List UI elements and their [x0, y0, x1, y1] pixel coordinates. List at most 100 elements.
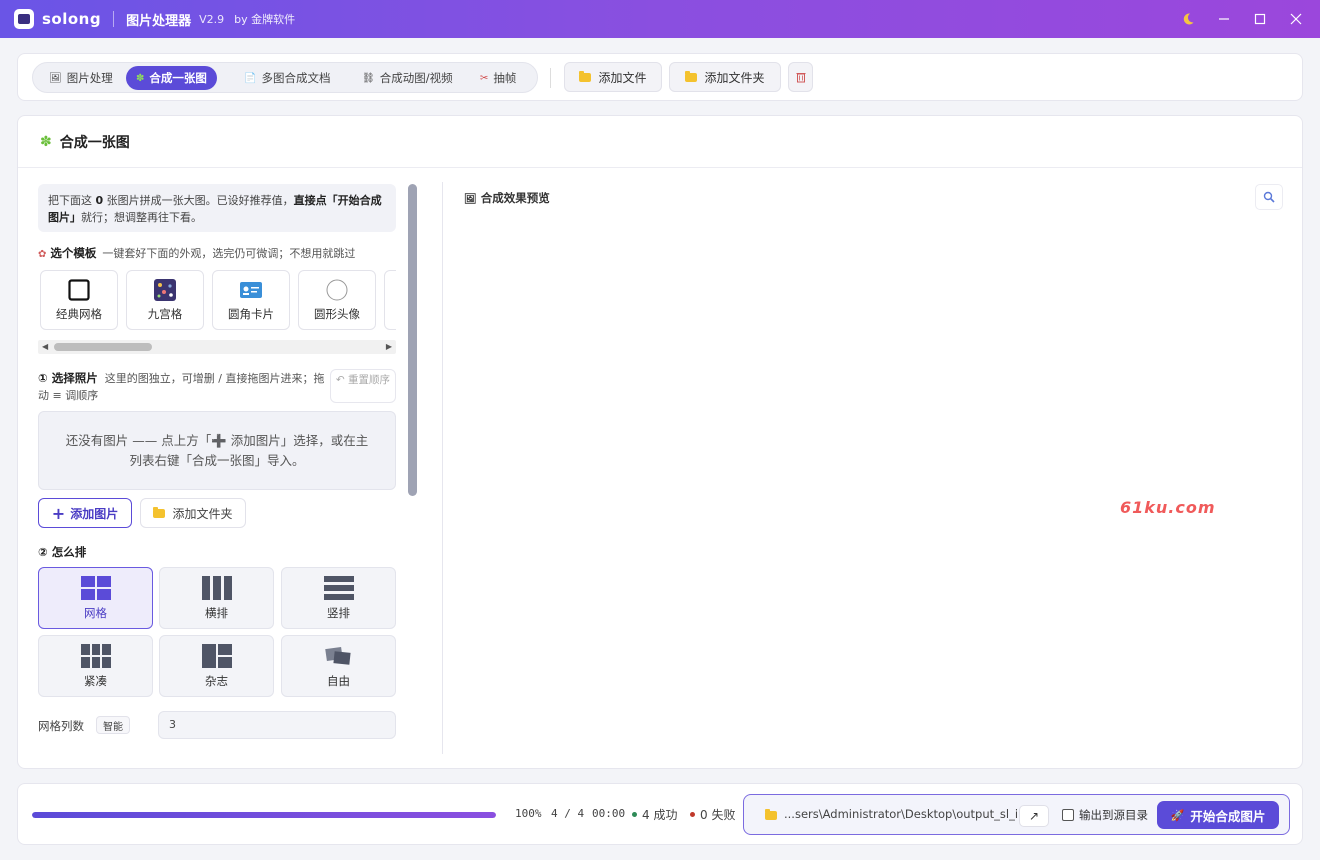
- layout-label: 网格: [84, 605, 107, 620]
- fail-dot: [690, 812, 695, 817]
- scroll-left-icon[interactable]: ◀: [42, 340, 48, 354]
- tab-label: 多图合成文档: [261, 71, 331, 85]
- tab-image-processing[interactable]: 🖼 图片处理: [39, 66, 123, 90]
- template-nine-grid[interactable]: 九宫格: [126, 270, 204, 330]
- image-icon: 🖼: [49, 72, 62, 84]
- output-to-source-label[interactable]: 输出到源目录: [1079, 807, 1148, 823]
- settings-scrollbar[interactable]: [408, 184, 417, 496]
- column-divider: [442, 182, 443, 754]
- zoom-icon[interactable]: [1255, 184, 1283, 210]
- settings-column: 把下面这 0 张图片拼成一张大图。已设好推荐值，直接点「开始合成图片」就行；想调…: [38, 184, 398, 754]
- add-file-label: 添加文件: [598, 70, 647, 85]
- layout-label: 杂志: [205, 673, 228, 688]
- add-folder-button[interactable]: 添加文件夹: [669, 62, 781, 92]
- minimize-icon[interactable]: [1207, 0, 1241, 38]
- brand-name: solong: [42, 10, 102, 28]
- tab-label: 合成一张图: [149, 71, 207, 85]
- photos-empty-state[interactable]: 还没有图片 —— 点上方「➕ 添加图片」选择，或在主列表右键「合成一张图」导入。: [38, 411, 396, 490]
- preview-title-text: 合成效果预览: [480, 191, 550, 205]
- folder-icon: [153, 506, 166, 518]
- info-count: 0: [95, 194, 104, 207]
- mode-toolbar: 🖼 图片处理 ✽ 合成一张图 📄 多图合成文档 ⛓ 合成动图/视频 ✂ 抽帧 添加文件 添…: [17, 53, 1303, 101]
- success-text: 4 成功: [642, 808, 678, 822]
- add-file-button[interactable]: 添加文件: [564, 62, 662, 92]
- template-section-title: ✿ 选个模板 一键套好下面的外观，选完仍可微调；不想用就跳过: [38, 245, 355, 261]
- tab-animation-video[interactable]: ⛓ 合成动图/视频: [352, 66, 463, 90]
- layout-grid-option[interactable]: 网格: [38, 567, 153, 629]
- document-icon: 📄: [244, 72, 257, 84]
- scroll-right-icon[interactable]: ▶: [386, 340, 392, 354]
- app-logo-icon: [14, 9, 34, 29]
- layout-section-title: ② 怎么排: [38, 545, 87, 559]
- info-text: 张图片拼成一张大图。已设好推荐值，: [103, 194, 294, 207]
- panel-header: ✽ 合成一张图: [18, 116, 1302, 168]
- add-folder-label: 添加文件夹: [704, 70, 765, 85]
- success-count: 4 成功: [632, 806, 677, 823]
- close-icon[interactable]: [1279, 0, 1313, 38]
- maximize-icon[interactable]: [1243, 0, 1277, 38]
- template-classic-grid[interactable]: 经典网格: [40, 270, 118, 330]
- clear-button[interactable]: [788, 62, 813, 92]
- compact-grid-icon: [80, 643, 111, 668]
- open-external-icon[interactable]: ↗: [1019, 805, 1049, 827]
- grid-icon: [80, 575, 111, 600]
- nine-grid-icon: [154, 278, 176, 302]
- columns-icon: [201, 575, 232, 600]
- id-card-icon: [240, 278, 262, 302]
- template-subtitle: 一键套好下面的外观，选完仍可微调；不想用就跳过: [102, 247, 356, 260]
- trash-icon: [796, 73, 805, 83]
- scissors-icon: ✂: [480, 72, 489, 84]
- merge-panel: ✽ 合成一张图 把下面这 0 张图片拼成一张大图。已设好推荐值，直接点「开始合成…: [17, 115, 1303, 769]
- scroll-thumb[interactable]: [54, 343, 152, 351]
- smart-badge[interactable]: 智能: [96, 716, 130, 734]
- success-dot: [632, 812, 637, 817]
- start-merge-label: 开始合成图片: [1190, 808, 1266, 824]
- layout-label: 横排: [205, 605, 228, 620]
- progress-fill: [32, 812, 496, 818]
- app-vendor: by 金牌软件: [234, 13, 296, 26]
- layout-magazine-option[interactable]: 杂志: [159, 635, 274, 697]
- template-label: 九宫格: [147, 307, 183, 321]
- template-more[interactable]: [384, 270, 396, 330]
- progress-count: 4 / 4: [551, 807, 585, 820]
- tab-extract-frames[interactable]: ✂ 抽帧: [470, 66, 526, 90]
- rows-icon: [323, 575, 354, 600]
- tab-label: 合成动图/视频: [379, 71, 453, 85]
- template-title: 选个模板: [50, 246, 97, 260]
- square-icon: [68, 278, 90, 302]
- template-rounded-card[interactable]: 圆角卡片: [212, 270, 290, 330]
- title-bar: solong 图片处理器 V2.9 by 金牌软件: [0, 0, 1320, 38]
- app-version: V2.9: [199, 12, 225, 26]
- layout-vertical-option[interactable]: 竖排: [281, 567, 396, 629]
- tab-merge-one[interactable]: ✽ 合成一张图: [126, 66, 217, 90]
- output-to-source-checkbox[interactable]: [1062, 809, 1074, 821]
- mode-tabs: 🖼 图片处理 ✽ 合成一张图 📄 多图合成文档 ⛓ 合成动图/视频 ✂ 抽帧: [32, 62, 538, 93]
- add-folder-button-left[interactable]: 添加文件夹: [140, 498, 246, 528]
- template-circle-avatar[interactable]: 圆形头像: [298, 270, 376, 330]
- start-merge-button[interactable]: 🚀 开始合成图片: [1157, 801, 1279, 829]
- info-text: 就行；想调整再往下看。: [81, 211, 202, 224]
- plus-icon: +: [51, 503, 66, 523]
- reset-order-button[interactable]: ↶ 重置顺序: [330, 369, 396, 403]
- add-images-button[interactable]: + 添加图片: [38, 498, 132, 528]
- magazine-icon: [201, 643, 232, 668]
- fail-text: 0 失败: [700, 808, 736, 822]
- info-text: 把下面这: [48, 194, 96, 207]
- output-panel: ...sers\Administrator\Desktop\output_sl_…: [743, 794, 1290, 835]
- template-scrollbar[interactable]: ◀ ▶: [38, 340, 396, 354]
- output-path[interactable]: ...sers\Administrator\Desktop\output_sl_…: [784, 807, 1025, 821]
- moon-icon[interactable]: [1171, 0, 1205, 38]
- grid-columns-input[interactable]: 3: [158, 711, 396, 739]
- page-title: 合成一张图: [59, 134, 130, 151]
- empty-hint: 还没有图片 —— 点上方「➕ 添加图片」选择，或在主列表右键「合成一张图」导入。: [65, 432, 369, 468]
- tab-multi-doc[interactable]: 📄 多图合成文档: [234, 66, 340, 90]
- app-name: 图片处理器: [126, 13, 192, 29]
- toolbar-divider: [550, 68, 551, 88]
- photos-title: ① 选择照片: [38, 371, 98, 385]
- layout-free-option[interactable]: 自由: [281, 635, 396, 697]
- folder-icon: [579, 70, 592, 82]
- layout-horizontal-option[interactable]: 横排: [159, 567, 274, 629]
- preview-title: 🖼 合成效果预览: [464, 190, 550, 206]
- layout-compact-option[interactable]: 紧凑: [38, 635, 153, 697]
- tab-label: 抽帧: [493, 71, 517, 85]
